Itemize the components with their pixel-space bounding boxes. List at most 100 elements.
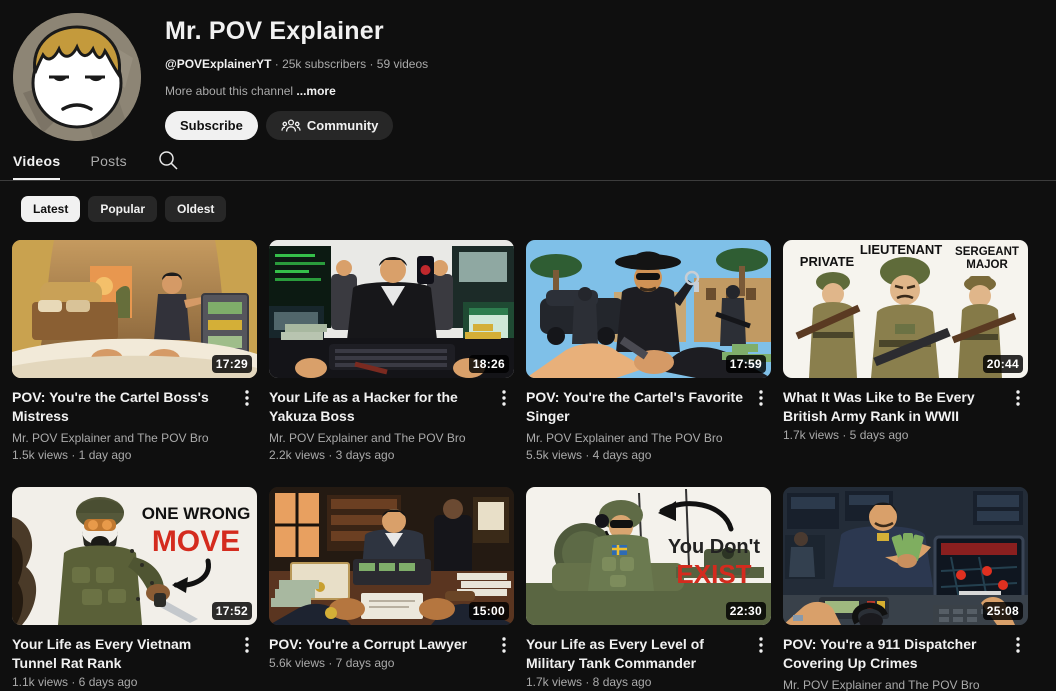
- video-title[interactable]: Your Life as Every Level of Military Tan…: [526, 635, 751, 673]
- video-card: You Don't EXIST 22:30 Your Life as Every…: [526, 487, 771, 691]
- video-menu-button[interactable]: [751, 388, 771, 408]
- video-title[interactable]: POV: You're the Cartel's Favorite Singer: [526, 388, 751, 426]
- overlay-move: MOVE: [152, 525, 240, 558]
- video-title[interactable]: POV: You're a 911 Dispatcher Covering Up…: [783, 635, 1008, 673]
- video-info: Your Life as Every Level of Military Tan…: [526, 635, 771, 690]
- video-byline[interactable]: Mr. POV Explainer and The POV Bro: [269, 431, 494, 446]
- channel-tabbar: Videos Posts: [0, 141, 1056, 181]
- video-menu-button[interactable]: [751, 635, 771, 655]
- duration-badge: 25:08: [983, 602, 1023, 620]
- video-title[interactable]: POV: You're a Corrupt Lawyer: [269, 635, 494, 654]
- video-title[interactable]: Your Life as Every Vietnam Tunnel Rat Ra…: [12, 635, 237, 673]
- channel-name: Mr. POV Explainer: [165, 17, 428, 46]
- video-card: 17:29 POV: You're the Cartel Boss's Mist…: [12, 240, 257, 463]
- chip-oldest[interactable]: Oldest: [165, 196, 226, 222]
- overlay-exist: EXIST: [676, 559, 751, 589]
- video-title[interactable]: POV: You're the Cartel Boss's Mistress: [12, 388, 237, 426]
- video-card: 17:59 POV: You're the Cartel's Favorite …: [526, 240, 771, 463]
- video-meta: 1.5k views · 1 day ago: [12, 448, 237, 463]
- video-menu-button[interactable]: [237, 635, 257, 655]
- kebab-icon: [502, 637, 506, 653]
- video-meta: 5.6k views · 7 days ago: [269, 656, 494, 671]
- video-menu-button[interactable]: [494, 388, 514, 408]
- video-byline[interactable]: Mr. POV Explainer and The POV Bro: [783, 678, 1008, 691]
- overlay-lieutenant: LIEUTENANT: [860, 242, 942, 257]
- video-thumbnail[interactable]: 17:29: [12, 240, 257, 378]
- header-buttons: Subscribe Community: [165, 111, 428, 140]
- kebab-icon: [245, 637, 249, 653]
- duration-badge: 15:00: [469, 602, 509, 620]
- chip-latest[interactable]: Latest: [21, 196, 80, 222]
- channel-about: More about this channel ...more: [165, 84, 428, 98]
- video-info: POV: You're a 911 Dispatcher Covering Up…: [783, 635, 1028, 691]
- community-label: Community: [307, 118, 379, 133]
- video-thumbnail[interactable]: 18:26: [269, 240, 514, 378]
- kebab-icon: [1016, 390, 1020, 406]
- video-title[interactable]: Your Life as a Hacker for the Yakuza Bos…: [269, 388, 494, 426]
- overlay-one-wrong: ONE WRONG: [142, 504, 251, 523]
- video-menu-button[interactable]: [237, 388, 257, 408]
- overlay-sergeant: SERGEANT: [955, 246, 1019, 258]
- overlay-private: PRIVATE: [800, 254, 855, 269]
- video-card: 15:00 POV: You're a Corrupt Lawyer 5.6k …: [269, 487, 514, 691]
- kebab-icon: [245, 390, 249, 406]
- channel-handle: @POVExplainerYT: [165, 57, 271, 71]
- chip-popular[interactable]: Popular: [88, 196, 157, 222]
- video-menu-button[interactable]: [494, 635, 514, 655]
- duration-badge: 20:44: [983, 355, 1023, 373]
- video-thumbnail[interactable]: You Don't EXIST 22:30: [526, 487, 771, 625]
- channel-meta: @POVExplainerYT · 25k subscribers · 59 v…: [165, 57, 428, 71]
- video-byline[interactable]: Mr. POV Explainer and The POV Bro: [526, 431, 751, 446]
- video-grid: 17:29 POV: You're the Cartel Boss's Mist…: [0, 222, 1056, 691]
- tab-videos[interactable]: Videos: [13, 153, 60, 180]
- video-meta: 1.1k views · 6 days ago: [12, 675, 237, 690]
- community-button[interactable]: Community: [266, 111, 394, 140]
- video-info: Your Life as Every Vietnam Tunnel Rat Ra…: [12, 635, 257, 690]
- kebab-icon: [759, 390, 763, 406]
- duration-badge: 17:52: [212, 602, 252, 620]
- kebab-icon: [759, 637, 763, 653]
- video-title[interactable]: What It Was Like to Be Every British Arm…: [783, 388, 1008, 426]
- subscribe-button[interactable]: Subscribe: [165, 111, 258, 140]
- duration-badge: 18:26: [469, 355, 509, 373]
- video-card: PRIVATE LIEUTENANT SERGEANT MAJOR 20:44 …: [783, 240, 1028, 463]
- tab-posts[interactable]: Posts: [90, 153, 127, 180]
- channel-info: Mr. POV Explainer @POVExplainerYT · 25k …: [165, 13, 428, 141]
- video-thumbnail[interactable]: 17:59: [526, 240, 771, 378]
- video-card: 25:08 POV: You're a 911 Dispatcher Cover…: [783, 487, 1028, 691]
- video-info: POV: You're the Cartel Boss's Mistress M…: [12, 388, 257, 463]
- video-info: What It Was Like to Be Every British Arm…: [783, 388, 1028, 443]
- video-info: POV: You're a Corrupt Lawyer 5.6k views …: [269, 635, 514, 671]
- about-text: More about this channel: [165, 84, 296, 98]
- tab-search[interactable]: [157, 149, 179, 180]
- video-card: ONE WRONG MOVE 17:52 Your Life as Every …: [12, 487, 257, 691]
- duration-badge: 22:30: [726, 602, 766, 620]
- overlay-you-dont: You Don't: [668, 536, 760, 558]
- duration-badge: 17:29: [212, 355, 252, 373]
- avatar-art: [13, 13, 141, 141]
- kebab-icon: [502, 390, 506, 406]
- video-byline[interactable]: Mr. POV Explainer and The POV Bro: [12, 431, 237, 446]
- video-thumbnail[interactable]: 25:08: [783, 487, 1028, 625]
- channel-stats: · 25k subscribers · 59 videos: [271, 57, 428, 71]
- video-thumbnail[interactable]: 15:00: [269, 487, 514, 625]
- community-people-icon: [281, 116, 301, 136]
- channel-avatar[interactable]: [13, 13, 141, 141]
- video-meta: 2.2k views · 3 days ago: [269, 448, 494, 463]
- video-info: Your Life as a Hacker for the Yakuza Bos…: [269, 388, 514, 463]
- search-icon: [157, 149, 179, 171]
- kebab-icon: [1016, 637, 1020, 653]
- video-thumbnail[interactable]: PRIVATE LIEUTENANT SERGEANT MAJOR 20:44: [783, 240, 1028, 378]
- more-link[interactable]: ...more: [296, 84, 335, 98]
- video-menu-button[interactable]: [1008, 388, 1028, 408]
- video-menu-button[interactable]: [1008, 635, 1028, 655]
- duration-badge: 17:59: [726, 355, 766, 373]
- channel-header: Mr. POV Explainer @POVExplainerYT · 25k …: [0, 0, 1056, 141]
- video-card: 18:26 Your Life as a Hacker for the Yaku…: [269, 240, 514, 463]
- video-meta: 1.7k views · 8 days ago: [526, 675, 751, 690]
- video-meta: 5.5k views · 4 days ago: [526, 448, 751, 463]
- video-thumbnail[interactable]: ONE WRONG MOVE 17:52: [12, 487, 257, 625]
- video-info: POV: You're the Cartel's Favorite Singer…: [526, 388, 771, 463]
- overlay-major: MAJOR: [966, 259, 1008, 271]
- filter-chips: Latest Popular Oldest: [0, 181, 1056, 222]
